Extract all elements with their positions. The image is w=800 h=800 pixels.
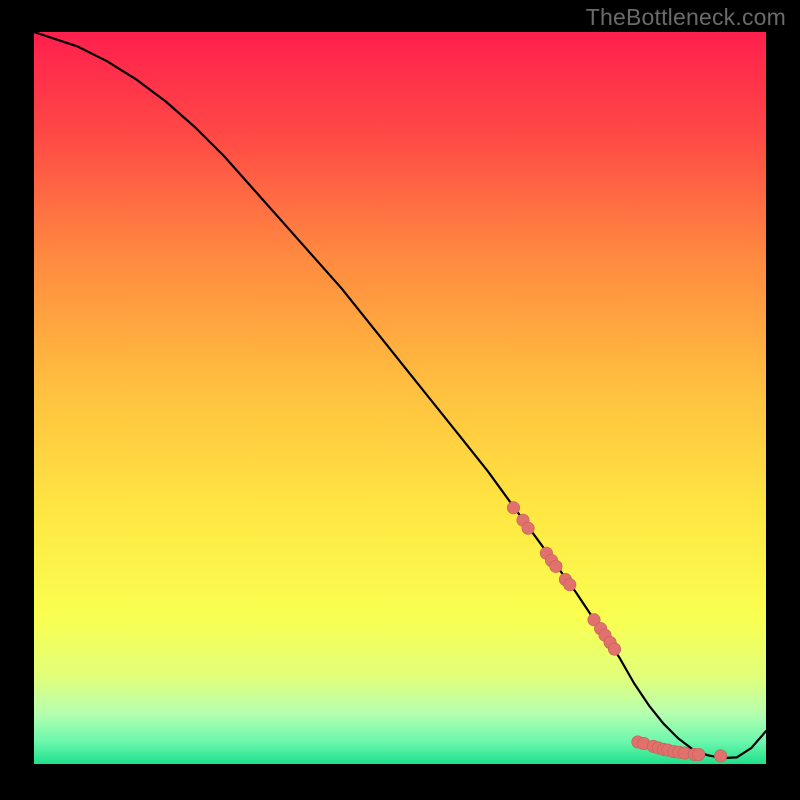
data-marker [714, 750, 726, 762]
data-marker [507, 502, 519, 514]
data-marker [550, 560, 562, 572]
data-marker [564, 579, 576, 591]
watermark-text: TheBottleneck.com [586, 4, 786, 31]
gradient-background [34, 32, 766, 764]
chart-svg [34, 32, 766, 764]
data-marker [608, 643, 620, 655]
chart-area [34, 32, 766, 764]
data-marker [522, 522, 534, 534]
data-marker [693, 748, 705, 760]
